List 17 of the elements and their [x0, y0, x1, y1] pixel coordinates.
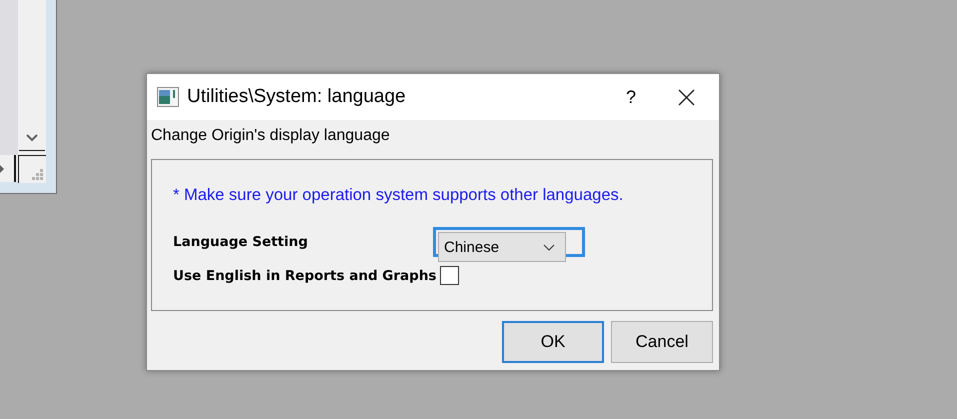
english-checkbox[interactable]	[440, 266, 460, 285]
app-icon	[157, 87, 179, 107]
language-label: Language Setting	[173, 234, 309, 250]
english-option-label: Use English in Reports and Graphs	[173, 268, 436, 284]
window-title: Utilities\System: language	[187, 86, 407, 108]
language-dropdown[interactable]: Chinese	[438, 232, 566, 262]
size-grip-icon[interactable]	[32, 169, 44, 181]
cancel-button[interactable]: Cancel	[611, 321, 713, 363]
close-icon	[678, 88, 694, 106]
horizontal-scrollbar[interactable]	[0, 155, 16, 182]
chevron-down-icon	[543, 244, 555, 250]
right-arrow-icon[interactable]	[0, 165, 4, 173]
help-button[interactable]: ?	[607, 74, 655, 120]
note-text: * Make sure your operation system supports other languages.	[173, 186, 624, 205]
chevron-down-icon[interactable]	[26, 134, 38, 142]
ok-button[interactable]: OK	[502, 321, 604, 363]
description-text: Change Origin's display language	[151, 127, 390, 145]
